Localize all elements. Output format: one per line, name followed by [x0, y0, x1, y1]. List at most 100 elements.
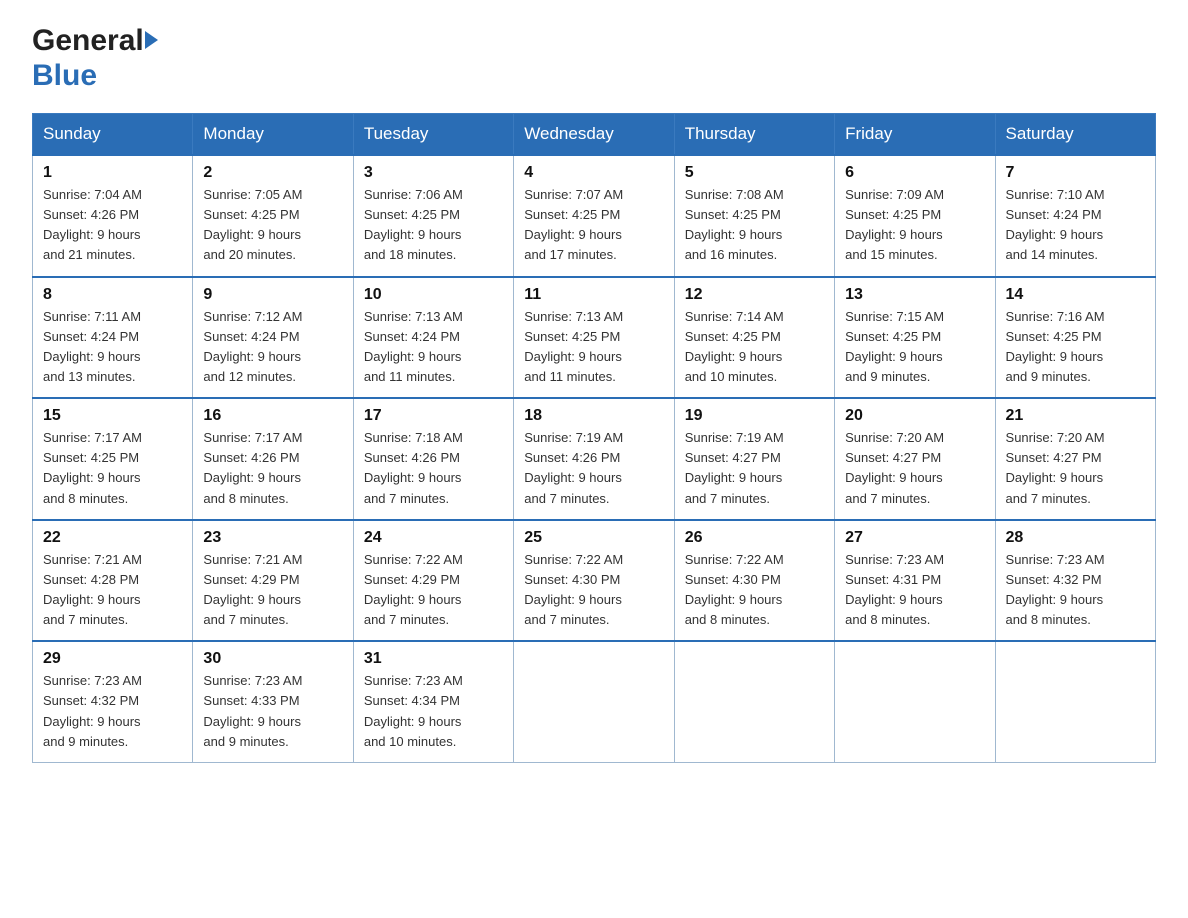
day-info: Sunrise: 7:23 AMSunset: 4:33 PMDaylight:…	[203, 671, 342, 752]
day-number: 25	[524, 529, 663, 547]
calendar-cell: 15 Sunrise: 7:17 AMSunset: 4:25 PMDayligh…	[33, 398, 193, 520]
logo: General Blue	[32, 24, 158, 93]
col-header-sunday: Sunday	[33, 114, 193, 156]
page-header: General Blue	[32, 24, 1156, 93]
day-info: Sunrise: 7:20 AMSunset: 4:27 PMDaylight:…	[1006, 428, 1145, 509]
day-number: 29	[43, 650, 182, 668]
day-info: Sunrise: 7:05 AMSunset: 4:25 PMDaylight:…	[203, 185, 342, 266]
logo-triangle-icon	[145, 31, 158, 49]
day-number: 16	[203, 407, 342, 425]
calendar-cell: 8 Sunrise: 7:11 AMSunset: 4:24 PMDaylight…	[33, 277, 193, 399]
day-number: 8	[43, 286, 182, 304]
day-number: 12	[685, 286, 824, 304]
calendar-cell: 22 Sunrise: 7:21 AMSunset: 4:28 PMDayligh…	[33, 520, 193, 642]
day-number: 10	[364, 286, 503, 304]
day-number: 6	[845, 164, 984, 182]
calendar-cell: 18 Sunrise: 7:19 AMSunset: 4:26 PMDayligh…	[514, 398, 674, 520]
day-number: 7	[1006, 164, 1145, 182]
calendar-cell: 9 Sunrise: 7:12 AMSunset: 4:24 PMDaylight…	[193, 277, 353, 399]
day-number: 4	[524, 164, 663, 182]
calendar-cell: 11Sunrise: 7:13 AMSunset: 4:25 PMDayligh…	[514, 277, 674, 399]
day-info: Sunrise: 7:19 AMSunset: 4:27 PMDaylight:…	[685, 428, 824, 509]
day-number: 1	[43, 164, 182, 182]
day-number: 31	[364, 650, 503, 668]
calendar-cell	[514, 641, 674, 762]
calendar-cell: 24 Sunrise: 7:22 AMSunset: 4:29 PMDayligh…	[353, 520, 513, 642]
day-info: Sunrise: 7:16 AMSunset: 4:25 PMDaylight:…	[1006, 307, 1145, 388]
day-info: Sunrise: 7:06 AMSunset: 4:25 PMDaylight:…	[364, 185, 503, 266]
col-header-saturday: Saturday	[995, 114, 1155, 156]
day-number: 30	[203, 650, 342, 668]
day-info: Sunrise: 7:13 AMSunset: 4:24 PMDaylight:…	[364, 307, 503, 388]
day-number: 5	[685, 164, 824, 182]
day-number: 17	[364, 407, 503, 425]
calendar-cell	[674, 641, 834, 762]
day-number: 14	[1006, 286, 1145, 304]
day-number: 20	[845, 407, 984, 425]
calendar-cell	[995, 641, 1155, 762]
calendar-cell: 21 Sunrise: 7:20 AMSunset: 4:27 PMDayligh…	[995, 398, 1155, 520]
day-number: 18	[524, 407, 663, 425]
calendar-cell: 10 Sunrise: 7:13 AMSunset: 4:24 PMDayligh…	[353, 277, 513, 399]
calendar-table: SundayMondayTuesdayWednesdayThursdayFrid…	[32, 113, 1156, 763]
calendar-cell: 1 Sunrise: 7:04 AMSunset: 4:26 PMDaylight…	[33, 155, 193, 277]
day-info: Sunrise: 7:14 AMSunset: 4:25 PMDaylight:…	[685, 307, 824, 388]
logo-general-text: General	[32, 24, 144, 59]
day-info: Sunrise: 7:22 AMSunset: 4:30 PMDaylight:…	[524, 550, 663, 631]
calendar-cell: 13Sunrise: 7:15 AMSunset: 4:25 PMDayligh…	[835, 277, 995, 399]
calendar-cell: 17 Sunrise: 7:18 AMSunset: 4:26 PMDayligh…	[353, 398, 513, 520]
calendar-cell: 19 Sunrise: 7:19 AMSunset: 4:27 PMDayligh…	[674, 398, 834, 520]
calendar-cell: 7 Sunrise: 7:10 AMSunset: 4:24 PMDaylight…	[995, 155, 1155, 277]
calendar-cell: 28Sunrise: 7:23 AMSunset: 4:32 PMDayligh…	[995, 520, 1155, 642]
calendar-cell: 25 Sunrise: 7:22 AMSunset: 4:30 PMDayligh…	[514, 520, 674, 642]
day-info: Sunrise: 7:21 AMSunset: 4:29 PMDaylight:…	[203, 550, 342, 631]
day-number: 21	[1006, 407, 1145, 425]
day-info: Sunrise: 7:21 AMSunset: 4:28 PMDaylight:…	[43, 550, 182, 631]
calendar-cell: 5Sunrise: 7:08 AMSunset: 4:25 PMDaylight…	[674, 155, 834, 277]
day-number: 22	[43, 529, 182, 547]
calendar-cell: 12 Sunrise: 7:14 AMSunset: 4:25 PMDayligh…	[674, 277, 834, 399]
col-header-monday: Monday	[193, 114, 353, 156]
day-info: Sunrise: 7:15 AMSunset: 4:25 PMDaylight:…	[845, 307, 984, 388]
day-info: Sunrise: 7:17 AMSunset: 4:26 PMDaylight:…	[203, 428, 342, 509]
day-info: Sunrise: 7:12 AMSunset: 4:24 PMDaylight:…	[203, 307, 342, 388]
day-number: 23	[203, 529, 342, 547]
calendar-cell: 4 Sunrise: 7:07 AMSunset: 4:25 PMDaylight…	[514, 155, 674, 277]
calendar-cell: 23 Sunrise: 7:21 AMSunset: 4:29 PMDayligh…	[193, 520, 353, 642]
day-number: 24	[364, 529, 503, 547]
day-info: Sunrise: 7:13 AMSunset: 4:25 PMDaylight:…	[524, 307, 663, 388]
day-info: Sunrise: 7:11 AMSunset: 4:24 PMDaylight:…	[43, 307, 182, 388]
calendar-cell: 20 Sunrise: 7:20 AMSunset: 4:27 PMDayligh…	[835, 398, 995, 520]
day-info: Sunrise: 7:23 AMSunset: 4:31 PMDaylight:…	[845, 550, 984, 631]
day-number: 19	[685, 407, 824, 425]
day-info: Sunrise: 7:07 AMSunset: 4:25 PMDaylight:…	[524, 185, 663, 266]
day-number: 2	[203, 164, 342, 182]
calendar-cell: 2 Sunrise: 7:05 AMSunset: 4:25 PMDaylight…	[193, 155, 353, 277]
day-info: Sunrise: 7:22 AMSunset: 4:29 PMDaylight:…	[364, 550, 503, 631]
day-number: 26	[685, 529, 824, 547]
day-info: Sunrise: 7:19 AMSunset: 4:26 PMDaylight:…	[524, 428, 663, 509]
calendar-cell: 26 Sunrise: 7:22 AMSunset: 4:30 PMDayligh…	[674, 520, 834, 642]
calendar-row-5: 29Sunrise: 7:23 AMSunset: 4:32 PMDayligh…	[33, 641, 1156, 762]
calendar-cell: 29Sunrise: 7:23 AMSunset: 4:32 PMDayligh…	[33, 641, 193, 762]
day-info: Sunrise: 7:10 AMSunset: 4:24 PMDaylight:…	[1006, 185, 1145, 266]
calendar-cell: 14 Sunrise: 7:16 AMSunset: 4:25 PMDayligh…	[995, 277, 1155, 399]
day-number: 3	[364, 164, 503, 182]
calendar-cell: 3 Sunrise: 7:06 AMSunset: 4:25 PMDaylight…	[353, 155, 513, 277]
logo-blue-text: Blue	[32, 59, 97, 94]
calendar-cell	[835, 641, 995, 762]
day-info: Sunrise: 7:18 AMSunset: 4:26 PMDaylight:…	[364, 428, 503, 509]
col-header-tuesday: Tuesday	[353, 114, 513, 156]
col-header-thursday: Thursday	[674, 114, 834, 156]
day-info: Sunrise: 7:04 AMSunset: 4:26 PMDaylight:…	[43, 185, 182, 266]
day-number: 15	[43, 407, 182, 425]
day-number: 9	[203, 286, 342, 304]
day-info: Sunrise: 7:22 AMSunset: 4:30 PMDaylight:…	[685, 550, 824, 631]
day-info: Sunrise: 7:23 AMSunset: 4:32 PMDaylight:…	[1006, 550, 1145, 631]
calendar-cell: 16 Sunrise: 7:17 AMSunset: 4:26 PMDayligh…	[193, 398, 353, 520]
day-number: 27	[845, 529, 984, 547]
day-info: Sunrise: 7:17 AMSunset: 4:25 PMDaylight:…	[43, 428, 182, 509]
day-info: Sunrise: 7:20 AMSunset: 4:27 PMDaylight:…	[845, 428, 984, 509]
calendar-header-row: SundayMondayTuesdayWednesdayThursdayFrid…	[33, 114, 1156, 156]
col-header-friday: Friday	[835, 114, 995, 156]
